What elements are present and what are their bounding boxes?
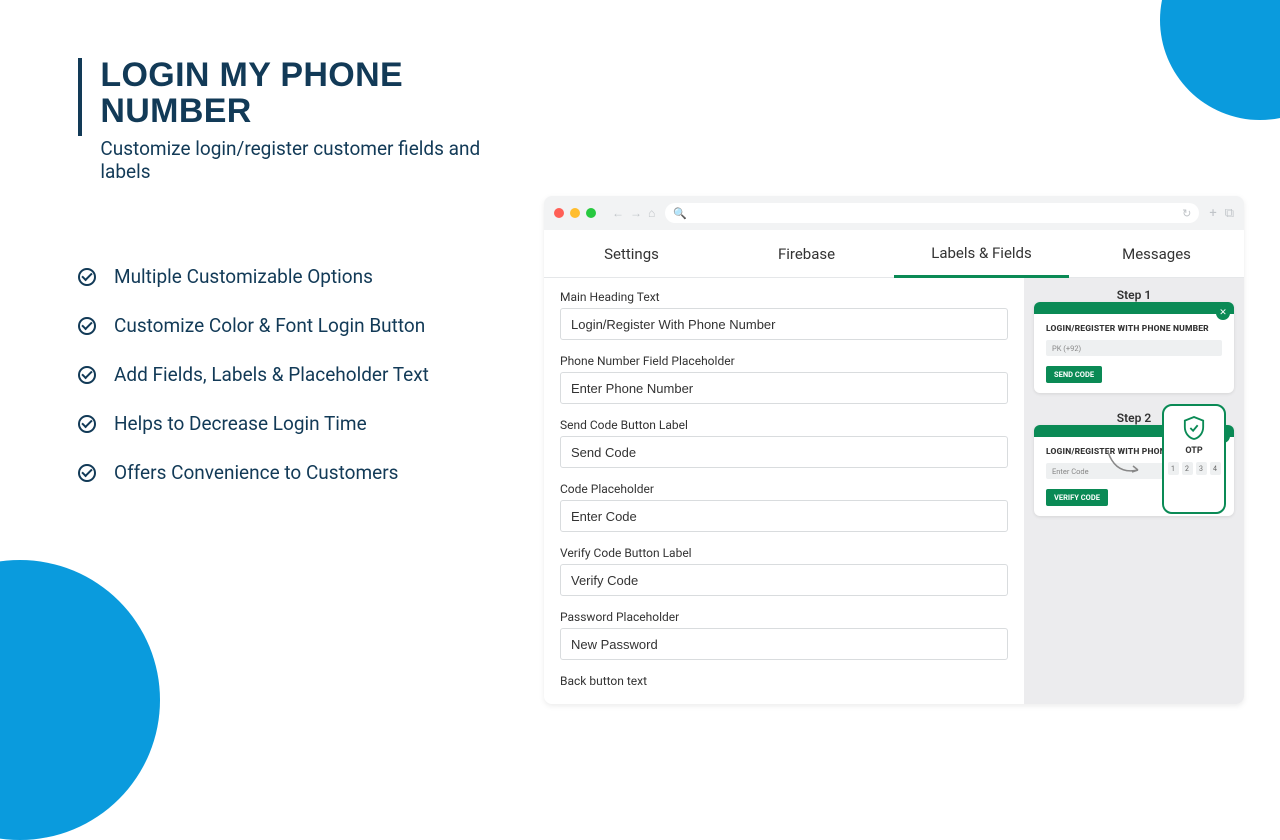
check-icon [78, 366, 96, 384]
close-icon[interactable]: ✕ [1216, 306, 1230, 320]
window-minimize-icon[interactable] [570, 208, 580, 218]
tab-messages[interactable]: Messages [1069, 230, 1244, 277]
window-maximize-icon[interactable] [586, 208, 596, 218]
preview-panel: Step 1 ✕ LOGIN/REGISTER WITH PHONE NUMBE… [1024, 278, 1244, 704]
feature-text: Offers Convenience to Customers [114, 461, 398, 484]
otp-digit: 2 [1182, 462, 1193, 475]
input-password-placeholder[interactable] [560, 628, 1008, 660]
feature-item: Multiple Customizable Options [78, 265, 508, 288]
input-phone-placeholder[interactable] [560, 372, 1008, 404]
page-subtitle: Customize login/register customer fields… [100, 137, 508, 183]
form-panel: Main Heading Text Phone Number Field Pla… [544, 278, 1024, 704]
input-verify-code[interactable] [560, 564, 1008, 596]
tab-settings[interactable]: Settings [544, 230, 719, 277]
feature-list: Multiple Customizable Options Customize … [78, 265, 508, 484]
page-title: LOGIN MY PHONE NUMBER [100, 58, 508, 129]
label-verify-code: Verify Code Button Label [560, 546, 1008, 560]
browser-frame: ← → ⌂ 🔍 ↻ + ⧉ Settings Firebase Labels &… [544, 196, 1244, 704]
step1-label: Step 1 [1034, 288, 1234, 302]
otp-digit: 3 [1196, 462, 1207, 475]
feature-item: Helps to Decrease Login Time [78, 412, 508, 435]
feature-text: Customize Color & Font Login Button [114, 314, 425, 337]
title-bar [78, 58, 82, 136]
check-icon [78, 415, 96, 433]
arrow-icon [1106, 450, 1146, 480]
feature-item: Customize Color & Font Login Button [78, 314, 508, 337]
add-tab-icon[interactable]: + [1209, 206, 1216, 221]
url-bar[interactable]: 🔍 ↻ [665, 203, 1199, 223]
feature-item: Offers Convenience to Customers [78, 461, 508, 484]
label-back-button: Back button text [560, 674, 1008, 688]
step1-heading: LOGIN/REGISTER WITH PHONE NUMBER [1034, 314, 1234, 340]
input-main-heading[interactable] [560, 308, 1008, 340]
tab-firebase[interactable]: Firebase [719, 230, 894, 277]
step2-button: VERIFY CODE [1046, 489, 1108, 506]
otp-label: OTP [1185, 446, 1202, 456]
step1-input: PK (+92) [1046, 340, 1222, 356]
otp-phone: OTP 1 2 3 4 [1162, 404, 1226, 514]
feature-text: Helps to Decrease Login Time [114, 412, 367, 435]
back-icon[interactable]: ← [612, 206, 624, 220]
input-send-code[interactable] [560, 436, 1008, 468]
feature-item: Add Fields, Labels & Placeholder Text [78, 363, 508, 386]
browser-toolbar: ← → ⌂ 🔍 ↻ + ⧉ [544, 196, 1244, 230]
otp-digit: 1 [1168, 462, 1179, 475]
step1-button: SEND CODE [1046, 366, 1102, 383]
copy-icon[interactable]: ⧉ [1225, 206, 1234, 221]
check-icon [78, 317, 96, 335]
decorative-blob-bottom [0, 560, 160, 840]
label-main-heading: Main Heading Text [560, 290, 1008, 304]
feature-text: Add Fields, Labels & Placeholder Text [114, 363, 429, 386]
shield-icon [1183, 416, 1205, 440]
label-phone-placeholder: Phone Number Field Placeholder [560, 354, 1008, 368]
forward-icon[interactable]: → [630, 206, 642, 220]
tab-labels-fields[interactable]: Labels & Fields [894, 230, 1069, 278]
tabs: Settings Firebase Labels & Fields Messag… [544, 230, 1244, 278]
preview-card-step1: ✕ LOGIN/REGISTER WITH PHONE NUMBER PK (+… [1034, 302, 1234, 393]
window-close-icon[interactable] [554, 208, 564, 218]
search-icon: 🔍 [673, 207, 1182, 220]
label-code-placeholder: Code Placeholder [560, 482, 1008, 496]
refresh-icon[interactable]: ↻ [1182, 207, 1191, 220]
input-code-placeholder[interactable] [560, 500, 1008, 532]
check-icon [78, 464, 96, 482]
home-icon[interactable]: ⌂ [648, 206, 655, 220]
check-icon [78, 268, 96, 286]
label-send-code: Send Code Button Label [560, 418, 1008, 432]
decorative-blob-top [1160, 0, 1280, 120]
otp-digit: 4 [1210, 462, 1221, 475]
label-password-placeholder: Password Placeholder [560, 610, 1008, 624]
feature-text: Multiple Customizable Options [114, 265, 373, 288]
